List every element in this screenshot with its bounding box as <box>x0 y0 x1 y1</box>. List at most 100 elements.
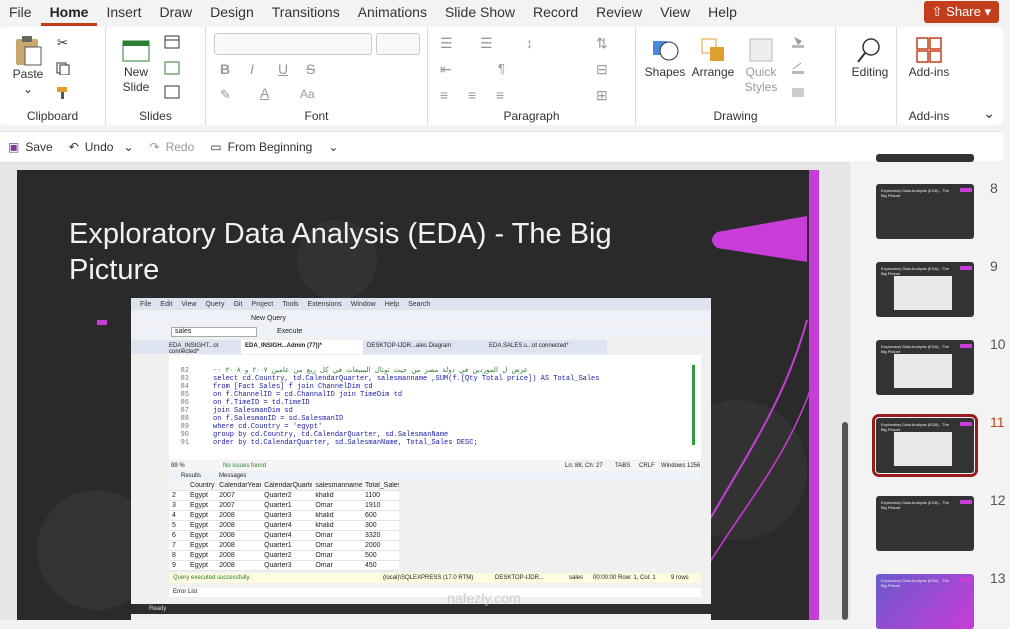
tab-design[interactable]: Design <box>201 0 263 26</box>
table-cell: 1910 <box>364 502 381 509</box>
slide-thumbnail[interactable]: Exploratory Data Analysis (EDA) - The Bi… <box>876 340 974 395</box>
ssms-menu-help: Help <box>384 300 400 308</box>
change-case-icon[interactable]: Aa <box>300 87 315 101</box>
strikethrough-icon[interactable]: S <box>306 61 315 77</box>
table-cell: 2 <box>172 492 176 499</box>
line-spacing-icon[interactable]: ↕ <box>526 35 533 51</box>
line-number: 89 <box>180 423 189 431</box>
underline-icon[interactable]: U <box>278 61 288 77</box>
thumbnail-image <box>894 276 952 310</box>
current-slide[interactable]: Exploratory Data Analysis (EDA) - The Bi… <box>17 170 819 620</box>
shape-outline-icon[interactable] <box>790 61 806 75</box>
clipboard-group: Paste ⌄ ✂ Clipboard <box>0 27 106 125</box>
cut-icon[interactable]: ✂ <box>55 35 71 49</box>
paste-icon <box>16 36 42 66</box>
grid-header: Country <box>190 482 215 489</box>
thumbnail-image <box>894 354 952 388</box>
highlight-icon[interactable]: ✎ <box>220 87 231 103</box>
bold-icon[interactable]: B <box>220 61 230 77</box>
code-line: on f.ChannelID = cd.ChannalID join TimeD… <box>213 391 403 399</box>
tab-transitions[interactable]: Transitions <box>263 0 349 26</box>
undo-button[interactable]: ↶ Undo ⌄ <box>69 140 134 154</box>
tab-slide-show[interactable]: Slide Show <box>436 0 524 26</box>
slide-number: 8 <box>990 180 998 196</box>
font-name-dropdown[interactable] <box>214 33 372 55</box>
svg-text:✂: ✂ <box>57 35 68 49</box>
decrease-indent-icon[interactable]: ⇤ <box>440 61 452 78</box>
redo-button[interactable]: ↷ Redo <box>150 140 195 154</box>
shape-effects-icon[interactable] <box>790 85 806 99</box>
paste-button[interactable]: Paste ⌄ <box>8 35 48 97</box>
font-color-icon[interactable]: A <box>260 85 269 101</box>
section-icon[interactable] <box>164 85 180 99</box>
thumbnail-title: Exploratory Data Analysis (EDA) - The Bi… <box>881 578 949 588</box>
arrange-button[interactable]: Arrange <box>688 35 738 80</box>
slide-title[interactable]: Exploratory Data Analysis (EDA) - The Bi… <box>69 216 669 288</box>
new-slide-label-2: Slide <box>122 80 150 94</box>
font-size-dropdown[interactable] <box>376 33 420 55</box>
ssms-results-tabs: Results Messages <box>169 472 701 481</box>
editing-button[interactable]: Editing <box>848 35 892 80</box>
ssms-zoom: 99 % <box>171 463 185 469</box>
new-slide-button[interactable]: New Slide <box>114 35 158 95</box>
italic-icon[interactable]: I <box>250 61 254 77</box>
slide-scrollbar[interactable] <box>842 422 848 620</box>
table-cell: Omar <box>315 562 333 569</box>
ssms-no-issues: No issues found <box>223 463 267 469</box>
drawing-group: Shapes Arrange Quick Styles Drawing <box>636 27 836 125</box>
table-cell: 2007 <box>219 492 235 499</box>
align-right-icon[interactable]: ≡ <box>496 87 504 103</box>
share-button[interactable]: ⇧ Share ▾ <box>923 1 999 23</box>
font-group: B I U S ✎ A Aa Font <box>206 27 428 125</box>
tab-insert[interactable]: Insert <box>97 0 150 26</box>
quick-access-toolbar: ▣ Save ↶ Undo ⌄ ↷ Redo ▭ From Beginning ⌄ <box>0 131 1003 161</box>
bullets-icon[interactable]: ☰ <box>440 35 453 52</box>
tab-help[interactable]: Help <box>699 0 746 26</box>
slide-thumbnail[interactable]: Exploratory Data Analysis (EDA) - The Bi… <box>876 496 974 551</box>
tab-record[interactable]: Record <box>524 0 587 26</box>
paragraph-group: ☰ ☰ ↕ ⇅ ⇤ ¶ ⊟ ≡ ≡ ≡ ⊞ Paragraph <box>428 27 636 125</box>
grid-body: 2 Egypt 2007 Quarter2 khalid 1100 3 Egypt 2007 Qu… <box>169 491 399 571</box>
format-painter-icon[interactable] <box>55 85 71 99</box>
layout-icon[interactable] <box>164 35 180 49</box>
copy-icon[interactable] <box>55 61 71 75</box>
customize-qat-icon[interactable]: ⌄ <box>328 140 338 154</box>
thumbnail-accent <box>960 422 972 426</box>
ssms-ready-bar: Ready <box>131 604 711 614</box>
tab-review[interactable]: Review <box>587 0 651 26</box>
ssms-menu-edit: Edit <box>160 300 173 308</box>
slide-thumbnail[interactable]: Exploratory Data Analysis (EDA) - The Bi… <box>876 184 974 239</box>
ssms-db2: sales <box>569 575 584 581</box>
smartart-icon[interactable]: ⊞ <box>596 87 608 104</box>
align-left-icon[interactable]: ≡ <box>440 87 448 103</box>
slide-thumbnail[interactable]: Exploratory Data Analysis (EDA) - The Bi… <box>872 414 978 477</box>
slide-thumbnail[interactable]: Exploratory Data Analysis (EDA) - The Bi… <box>876 574 974 629</box>
text-direction-icon[interactable]: ⇅ <box>596 35 608 52</box>
add-ins-button[interactable]: Add-ins <box>902 35 956 80</box>
slide-thumbnail[interactable]: Exploratory Data Analysis (EDA) - The Bi… <box>876 262 974 317</box>
align-text-icon[interactable]: ⊟ <box>596 61 608 78</box>
table-cell: Quarter1 <box>264 542 292 549</box>
shape-fill-icon[interactable] <box>790 35 806 49</box>
save-button[interactable]: ▣ Save <box>8 140 53 154</box>
slides-group: New Slide Slides <box>106 27 206 125</box>
collapse-ribbon-icon[interactable]: ⌄ <box>983 105 995 122</box>
table-cell: 2008 <box>219 562 235 569</box>
quick-styles-button[interactable]: Quick Styles <box>738 35 784 95</box>
rtl-icon[interactable]: ¶ <box>498 61 505 76</box>
tab-home[interactable]: Home <box>40 0 98 26</box>
from-beginning-button[interactable]: ▭ From Beginning <box>210 140 312 154</box>
tab-file[interactable]: File <box>0 0 41 26</box>
redo-label: Redo <box>165 139 195 154</box>
ssms-crlf: CRLF <box>639 463 655 469</box>
ribbon: Paste ⌄ ✂ Clipboard New Slide Slides B I… <box>0 27 1003 125</box>
grid-header: CalendarYear <box>219 482 262 489</box>
tab-view[interactable]: View <box>651 0 699 26</box>
tab-animations[interactable]: Animations <box>349 0 436 26</box>
align-center-icon[interactable]: ≡ <box>468 87 476 103</box>
numbering-icon[interactable]: ☰ <box>480 35 493 52</box>
reset-icon[interactable] <box>164 61 180 75</box>
slide-thumbnail-7[interactable] <box>876 154 974 162</box>
tab-draw[interactable]: Draw <box>150 0 201 26</box>
shapes-button[interactable]: Shapes <box>642 35 688 80</box>
